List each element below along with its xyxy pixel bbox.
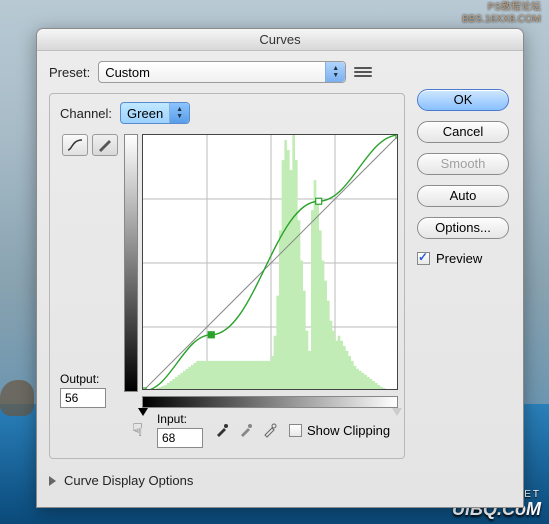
preview-checkbox[interactable]: [417, 252, 430, 265]
preview-label: Preview: [436, 251, 482, 266]
black-point-slider[interactable]: [138, 408, 148, 416]
targeted-adjust-icon[interactable]: ☟: [132, 420, 143, 441]
show-clipping-checkbox[interactable]: [289, 424, 302, 437]
black-eyedropper-icon[interactable]: [213, 421, 231, 439]
white-point-slider[interactable]: [392, 408, 402, 416]
curve-tool-button[interactable]: [62, 134, 88, 156]
preset-value: Custom: [105, 65, 150, 80]
preset-label: Preset:: [49, 65, 90, 80]
cancel-button[interactable]: Cancel: [417, 121, 509, 143]
ok-button[interactable]: OK: [417, 89, 509, 111]
output-gradient: [124, 134, 138, 392]
output-label: Output:: [60, 372, 120, 386]
curve-fieldset: Channel: Green ▲▼ Output:: [49, 93, 405, 459]
preset-dropdown[interactable]: Custom ▲▼: [98, 61, 346, 83]
channel-value: Green: [127, 106, 163, 121]
input-field[interactable]: [157, 428, 203, 448]
show-clipping-label: Show Clipping: [307, 423, 390, 438]
chevron-updown-icon: ▲▼: [325, 62, 345, 82]
disclosure-triangle-icon[interactable]: [49, 476, 56, 486]
gray-eyedropper-icon[interactable]: [237, 421, 255, 439]
curve-grid[interactable]: [142, 134, 398, 390]
curves-dialog: Curves Preset: Custom ▲▼ Channel: Green …: [36, 28, 524, 508]
input-gradient[interactable]: [142, 396, 398, 408]
channel-dropdown[interactable]: Green ▲▼: [120, 102, 190, 124]
channel-label: Channel:: [60, 106, 112, 121]
pencil-tool-button[interactable]: [92, 134, 118, 156]
watermark-top-1: PS教程论坛: [462, 2, 541, 14]
white-eyedropper-icon[interactable]: [261, 421, 279, 439]
options-button[interactable]: Options...: [417, 217, 509, 239]
preset-menu-icon[interactable]: [354, 64, 372, 80]
smooth-button[interactable]: Smooth: [417, 153, 509, 175]
input-label: Input:: [157, 412, 203, 426]
watermark-top-2: BBS.16XX8.COM: [462, 14, 541, 26]
dialog-title: Curves: [37, 29, 523, 51]
curve-display-options-label[interactable]: Curve Display Options: [64, 473, 193, 488]
chevron-updown-icon: ▲▼: [169, 103, 189, 123]
output-field[interactable]: [60, 388, 106, 408]
auto-button[interactable]: Auto: [417, 185, 509, 207]
